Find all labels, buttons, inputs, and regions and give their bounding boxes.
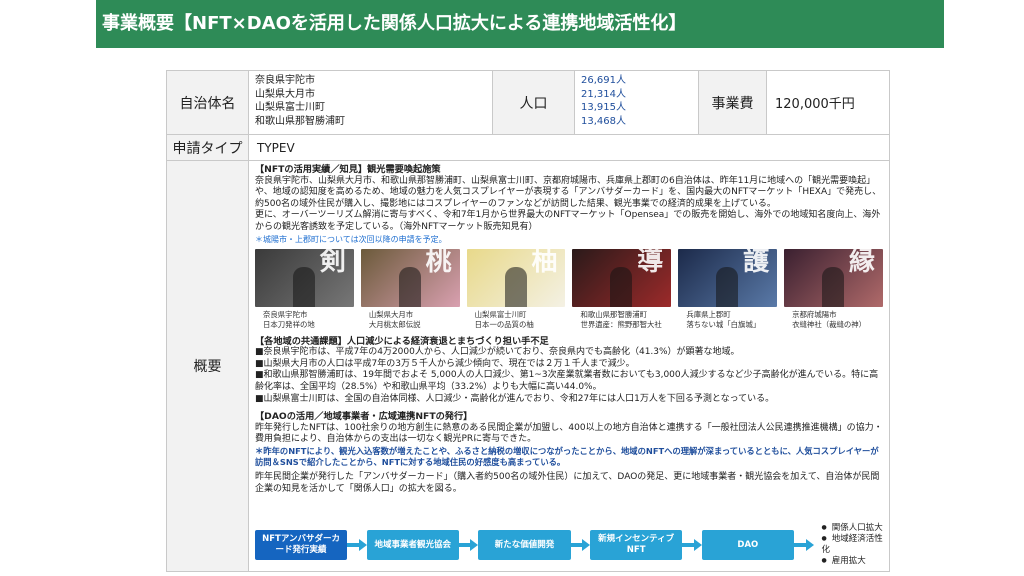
photo-fujikawa: 柚 [466, 248, 566, 307]
photo-captions: 奈良県宇陀市 日本刀発祥の地 山梨県大月市 大月桃太郎伝説 山梨県富士川町 日本一の品… [255, 310, 883, 330]
municipality-item: 和歌山県那智勝浦町 [255, 115, 345, 127]
budget-label: 事業費 [699, 71, 767, 135]
flow-step-new-value: 新たな価値開発 [478, 530, 571, 560]
flow-step-nft-card: NFTアンバサダーカード発行実績 [255, 530, 348, 560]
municipality-item: 奈良県宇陀市 [255, 75, 315, 86]
note: ＊城陽市・上郡町については次回以降の申請を予定。 [255, 234, 447, 244]
photo-caption: 京都府城陽市 衣縫神社（裁縫の神） [792, 309, 867, 329]
population-list: 26,691人 21,314人 13,915人 13,468人 [575, 71, 699, 135]
paragraph: 昨年民間企業が発行した「アンバサダーカード」（購入者約500名の域外住民）に加え… [255, 471, 880, 494]
outcome-item: 雇用拡大 [822, 556, 889, 567]
paragraph: 昨年発行したNFTは、100社余りの地方創生に熱意のある民間企業が加盟し、400… [255, 422, 883, 445]
municipality-label: 自治体名 [167, 71, 249, 135]
outcome-item: 関係人口拡大 [822, 523, 889, 534]
outcome-list: 関係人口拡大 地域経済活性化 雇用拡大 [822, 523, 889, 567]
photo-uda: 剣 [255, 248, 354, 307]
photo-strip: 剣 桃 柚 導 護 縁 [255, 248, 883, 307]
photo-caption: 兵庫県上郡町 落ちない城「白旗城」 [686, 309, 761, 329]
outcome-item: 地域経済活性化 [822, 534, 889, 556]
photo-nachikatsuura: 導 [572, 248, 672, 307]
flow-step-dao: DAO [701, 530, 794, 560]
photo-kamigori: 護 [678, 248, 778, 307]
issue-item: ■山梨県富士川町は、全国の自治体同様、人口減少・高齢化が進んでおり、令和27年に… [255, 393, 775, 404]
population-label: 人口 [493, 71, 575, 135]
flow-step-local-business: 地域事業者観光協会 [366, 530, 459, 560]
page-title: 事業概要【NFT×DAOを活用した関係人口拡大による連携地域活性化】 [96, 0, 944, 48]
type-label: 申請タイプ [167, 135, 249, 161]
section-title-nft: 【NFTの活用実績／知見】観光需要喚起施策 [255, 164, 441, 175]
arrow-right-icon [358, 539, 367, 551]
population-item: 13,915人 [581, 102, 626, 113]
note: ＊昨年のNFTにより、観光入込客数が増えたことや、ふるさと納税の増収につながった… [255, 445, 879, 467]
overview-label: 概要 [167, 161, 249, 571]
overview-table: 自治体名 奈良県宇陀市 山梨県大月市 山梨県富士川町 和歌山県那智勝浦町 人口 … [166, 70, 890, 572]
arrow-right-icon [470, 539, 479, 551]
photo-joyo: 縁 [784, 248, 883, 307]
photo-caption: 山梨県大月市 大月桃太郎伝説 [368, 309, 421, 329]
flow-step-incentive-nft: 新規インセンティブNFT [590, 530, 683, 560]
population-item: 26,691人 [581, 75, 626, 86]
arrow-right-icon [805, 539, 814, 551]
population-item: 21,314人 [581, 88, 626, 100]
paragraph: 奈良県宇陀市、山梨県大月市、和歌山県那智勝浦町、山梨県富士川町、京都府城陽市、兵… [255, 175, 882, 209]
paragraph: 更に、オーバーツーリズム解消に寄与すべく、令和7年1月から世界最大のNFTマーケ… [255, 210, 881, 232]
arrow-right-icon [693, 539, 702, 551]
population-item: 13,468人 [581, 115, 626, 127]
photo-caption: 和歌山県那智勝浦町 世界遺産：熊野那智大社 [580, 309, 662, 329]
budget-value: 120,000千円 [767, 71, 889, 135]
photo-caption: 山梨県富士川町 日本一の品質の柚 [474, 309, 534, 329]
section-title-dao: 【DAOの活用／地域事業者・広域連携NFTの発行】 [255, 411, 473, 423]
issue-item: ■奈良県宇陀市は、平成7年の4万2000人から、人口減少が続いており、奈良県内で… [255, 347, 740, 358]
municipality-item: 山梨県大月市 [255, 88, 315, 100]
municipality-item: 山梨県富士川町 [255, 102, 325, 113]
photo-caption: 奈良県宇陀市 日本刀発祥の地 [263, 309, 315, 329]
issue-item: ■山梨県大月市の人口は平成7年の3万５千人から減少傾向で、現在では２万１千人まで… [255, 358, 635, 369]
arrow-right-icon [582, 539, 591, 551]
section-title-issues: 【各地域の共通課題】人口減少による経済衰退とまちづくり担い手不足 [255, 335, 549, 347]
overview-body: 【NFTの活用実績／知見】観光需要喚起施策 奈良県宇陀市、山梨県大月市、和歌山県… [249, 161, 889, 571]
municipality-list: 奈良県宇陀市 山梨県大月市 山梨県富士川町 和歌山県那智勝浦町 [249, 71, 493, 135]
flow-diagram: NFTアンバサダーカード発行実績 地域事業者観光協会 新たな価値開発 新規インセ… [255, 523, 889, 567]
photo-otsuki: 桃 [360, 248, 460, 307]
issue-item: ■和歌山県那智勝浦町は、19年間でおよそ 5,000人の人口減少、第1~3次産業… [255, 370, 879, 392]
type-value: TYPEV [249, 135, 889, 161]
